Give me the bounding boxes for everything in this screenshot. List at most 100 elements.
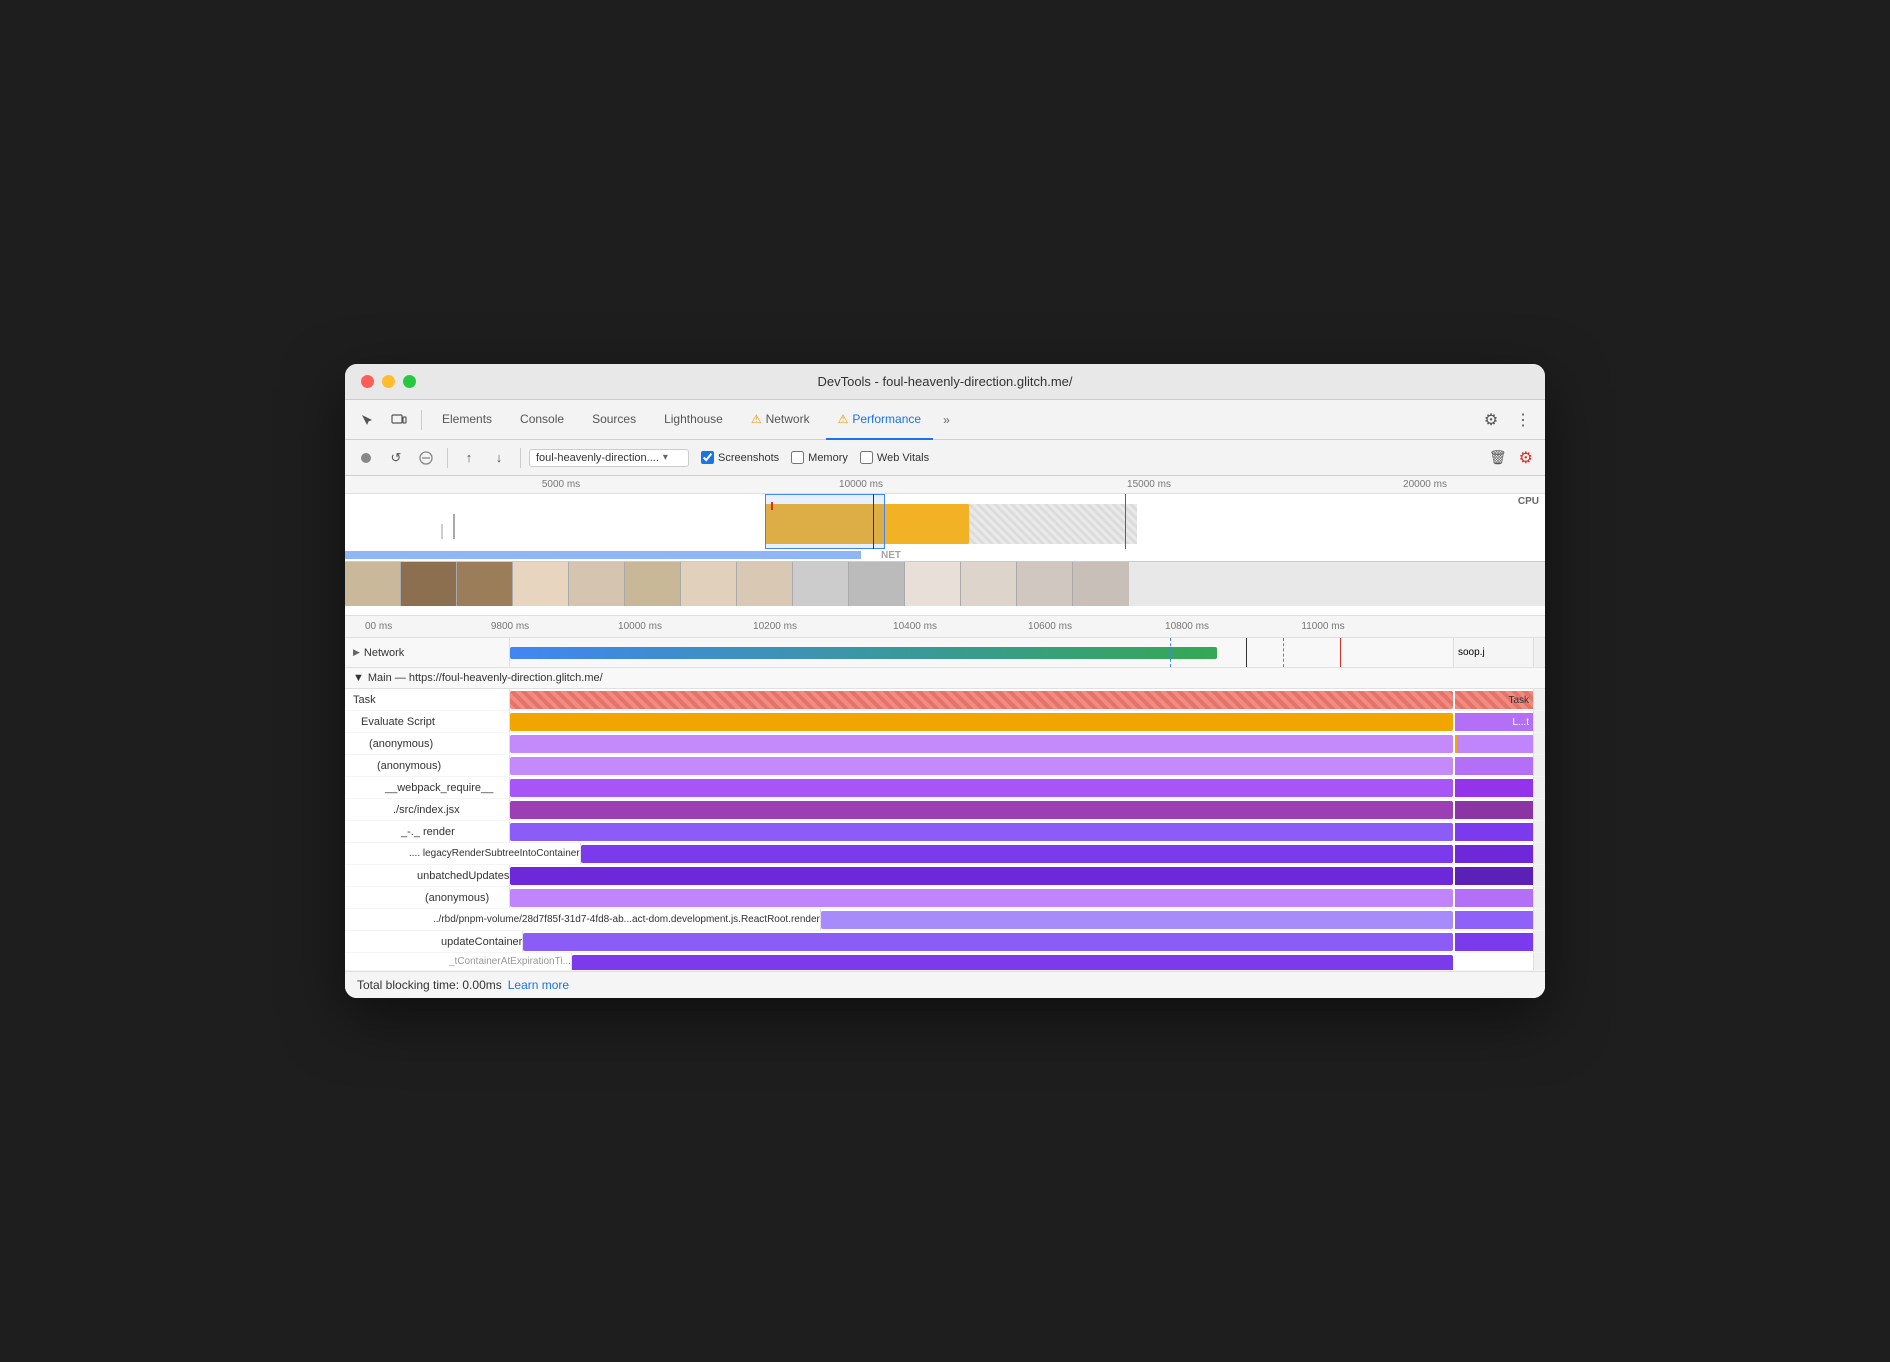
screenshot-6 (625, 562, 681, 606)
task-right-bar: Task (1455, 691, 1533, 709)
soop-label: soop.j (1453, 638, 1533, 667)
scrollbar-stub-rbd (1533, 909, 1545, 930)
anon1-bar-col (510, 733, 1533, 754)
device-icon (391, 413, 407, 427)
toolbar-sep-1 (447, 448, 448, 468)
anon2-bar (510, 757, 1453, 775)
export-button[interactable]: ↓ (486, 445, 512, 471)
flame-row-legacy: .... legacyRenderSubtreeIntoContainer (345, 843, 1545, 865)
legacy-label: .... legacyRenderSubtreeIntoContainer (345, 843, 581, 864)
learn-more-link[interactable]: Learn more (508, 978, 569, 992)
clear-recordings-trash-icon[interactable]: 🗑 (1485, 445, 1511, 470)
timeline-overview[interactable]: 5000 ms 10000 ms 15000 ms 20000 ms CPU (345, 476, 1545, 616)
anon2-bar-col (510, 755, 1533, 776)
main-arrow-icon: ▼ (353, 672, 364, 684)
index-bar-col (510, 799, 1533, 820)
flame-chart[interactable]: Task Task Evaluate Script (345, 689, 1545, 971)
screenshot-13 (1017, 562, 1073, 606)
render-bar (510, 823, 1453, 841)
index-right-stub (1455, 801, 1533, 819)
scrollbar-stub-partial (1533, 953, 1545, 970)
render-bar-col (510, 821, 1533, 842)
devtools-body: Elements Console Sources Lighthouse ⚠ Ne… (345, 400, 1545, 998)
update-right-stub (1455, 933, 1533, 951)
tab-elements[interactable]: Elements (430, 400, 504, 440)
net-label: NET (881, 550, 901, 561)
network-arrow-icon: ▶ (353, 647, 360, 658)
zoomed-mark-9800: 9800 ms (491, 621, 529, 632)
reload-button[interactable]: ↺ (383, 445, 409, 471)
webpack-bar (510, 779, 1453, 797)
maximize-button[interactable] (403, 375, 416, 388)
flame-row-index: ./src/index.jsx (345, 799, 1545, 821)
url-dropdown[interactable]: foul-heavenly-direction.... ▾ (529, 449, 689, 467)
capture-settings-icon[interactable]: ⚙ (1515, 444, 1537, 472)
screenshot-14 (1073, 562, 1129, 606)
webpack-bar-col (510, 777, 1533, 798)
cursor-icon-btn[interactable] (353, 406, 381, 434)
partial-label: _tContainerAtExpirationTi... (345, 953, 572, 970)
rbd-bar-col (821, 909, 1533, 930)
main-track-header: ▼ Main — https://foul-heavenly-direction… (345, 668, 1545, 689)
screenshot-1 (345, 562, 401, 606)
network-warn-icon: ⚠ (751, 412, 762, 426)
toolbar-checkboxes: Screenshots Memory Web Vitals (701, 451, 929, 464)
tab-network[interactable]: ⚠ Network (739, 400, 822, 440)
unbatched-right-stub (1455, 867, 1533, 885)
nav-sep-1 (421, 410, 422, 430)
import-button[interactable]: ↑ (456, 445, 482, 471)
more-options-icon[interactable]: ⋮ (1509, 406, 1537, 434)
memory-checkbox[interactable] (791, 451, 804, 464)
web-vitals-checkbox[interactable] (860, 451, 873, 464)
top-nav: Elements Console Sources Lighthouse ⚠ Ne… (345, 400, 1545, 440)
flame-row-partial: _tContainerAtExpirationTi... (345, 953, 1545, 971)
flame-row-update: updateContainer (345, 931, 1545, 953)
record-icon (360, 452, 372, 464)
scrollbar-stub-anon2 (1533, 755, 1545, 776)
task-label: Task (345, 689, 510, 710)
more-tabs-btn[interactable]: » (937, 413, 956, 427)
scrollbar-stub-webpack (1533, 777, 1545, 798)
screenshot-7 (681, 562, 737, 606)
scrollbar-stub-unbatched (1533, 865, 1545, 886)
screenshot-5 (569, 562, 625, 606)
settings-gear-icon[interactable]: ⚙ (1477, 406, 1505, 434)
update-bar-col (523, 931, 1533, 952)
tab-lighthouse[interactable]: Lighthouse (652, 400, 735, 440)
evaluate-label: Evaluate Script (345, 711, 510, 732)
screenshots-checkbox-label[interactable]: Screenshots (701, 451, 779, 464)
flame-row-webpack: __webpack_require__ (345, 777, 1545, 799)
cpu-bar-1 (441, 524, 443, 539)
close-button[interactable] (361, 375, 374, 388)
scrollbar-stub-anon1 (1533, 733, 1545, 754)
minimize-button[interactable] (382, 375, 395, 388)
evaluate-bar-col: L...t (510, 711, 1533, 732)
timeline-selection[interactable] (765, 494, 885, 549)
scrollbar-stub-update (1533, 931, 1545, 952)
tab-sources[interactable]: Sources (580, 400, 648, 440)
flame-row-anon2: (anonymous) (345, 755, 1545, 777)
selection-line-red (1125, 494, 1126, 549)
flame-row-task: Task Task (345, 689, 1545, 711)
status-bar: Total blocking time: 0.00ms Learn more (345, 971, 1545, 998)
network-vline-red (1340, 638, 1341, 667)
network-track-label: ▶ Network (345, 638, 510, 667)
tab-console[interactable]: Console (508, 400, 576, 440)
device-icon-btn[interactable] (385, 406, 413, 434)
index-bar (510, 801, 1453, 819)
scrollbar-stub-task (1533, 689, 1545, 710)
flame-row-unbatched: unbatchedUpdates (345, 865, 1545, 887)
flame-row-evaluate: Evaluate Script L...t (345, 711, 1545, 733)
screenshot-2 (401, 562, 457, 606)
flame-row-render: _-._ render (345, 821, 1545, 843)
tab-performance[interactable]: ⚠ Performance (826, 400, 933, 440)
render-label: _-._ render (345, 821, 510, 842)
cpu-bar-2 (453, 514, 455, 539)
screenshots-checkbox[interactable] (701, 451, 714, 464)
clear-recording-button[interactable] (413, 445, 439, 471)
zoomed-mark-10400: 10400 ms (893, 621, 937, 632)
record-button[interactable] (353, 445, 379, 471)
screenshots-strip (345, 561, 1545, 606)
memory-checkbox-label[interactable]: Memory (791, 451, 848, 464)
web-vitals-checkbox-label[interactable]: Web Vitals (860, 451, 929, 464)
